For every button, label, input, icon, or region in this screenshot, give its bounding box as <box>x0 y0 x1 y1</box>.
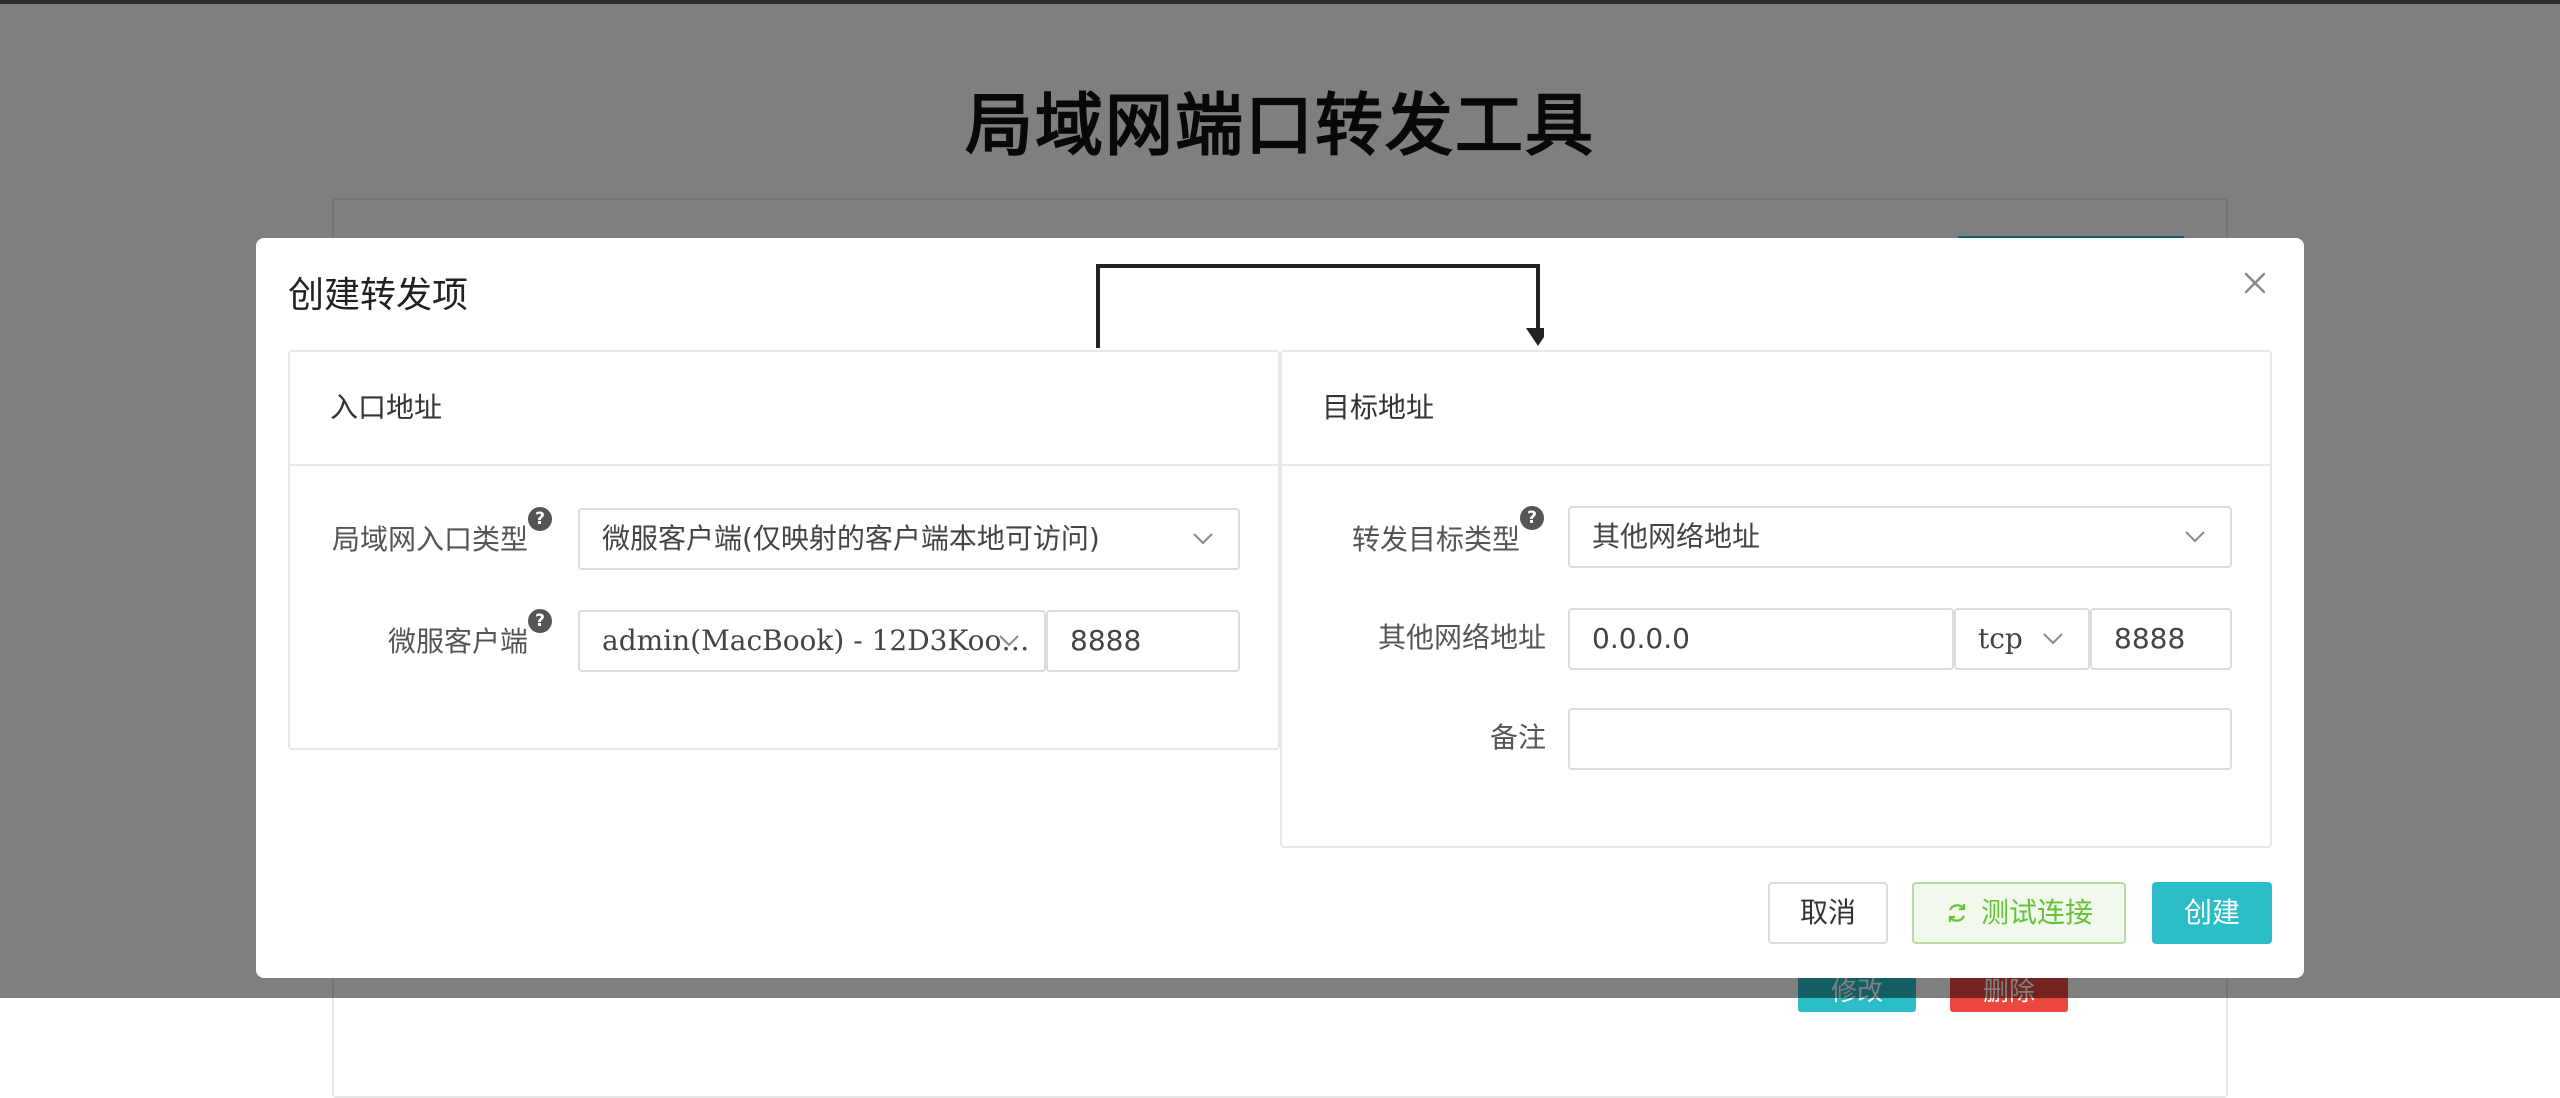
cancel-button[interactable]: 取消 <box>1768 882 1888 944</box>
entry-type-label: 局域网入口类型 <box>331 523 528 556</box>
client-select[interactable]: admin(MacBook) - 12D3Koo… <box>578 610 1046 672</box>
entry-address-header: 入口地址 <box>290 352 1278 466</box>
create-forward-dialog: 创建转发项 入口地址 目标地址 局域网入口类型 ? 微服客户端(仅映射的客户端本… <box>256 238 2304 978</box>
test-connection-label: 测试连接 <box>1980 896 2093 929</box>
entry-port-input[interactable]: 8888 <box>1046 610 1240 672</box>
client-value: admin(MacBook) - 12D3Koo… <box>602 624 1030 657</box>
target-type-label: 转发目标类型 <box>1351 523 1520 556</box>
dialog-title: 创建转发项 <box>288 275 469 316</box>
question-icon[interactable]: ? <box>1520 506 1544 530</box>
target-type-select[interactable]: 其他网络地址 <box>1568 506 2232 568</box>
target-type-value: 其他网络地址 <box>1592 520 1761 553</box>
page: 局域网端口转发工具 修改 删除 创建转发项 入口地址 目标地址 局域网入口类型 … <box>0 0 2560 1098</box>
test-connection-button[interactable]: 测试连接 <box>1912 882 2126 944</box>
other-address-label: 其他网络地址 <box>1377 621 1546 654</box>
other-address-input[interactable]: 0.0.0.0 <box>1568 608 1954 670</box>
chevron-down-icon <box>1193 533 1213 545</box>
refresh-icon <box>1948 904 1966 922</box>
chevron-down-icon <box>2043 633 2063 645</box>
flow-arrow-icon <box>1096 264 1544 348</box>
note-input[interactable] <box>1568 708 2232 770</box>
create-button[interactable]: 创建 <box>2152 882 2272 944</box>
target-address-card: 目标地址 <box>1280 350 2272 848</box>
close-icon[interactable] <box>2240 268 2270 298</box>
target-port-input[interactable]: 8888 <box>2090 608 2232 670</box>
client-label: 微服客户端 <box>387 625 528 658</box>
chevron-down-icon <box>999 635 1019 647</box>
entry-type-value: 微服客户端(仅映射的客户端本地可访问) <box>602 522 1100 555</box>
note-label: 备注 <box>1489 721 1546 754</box>
question-icon[interactable]: ? <box>528 609 552 633</box>
target-address-header: 目标地址 <box>1282 352 2270 466</box>
protocol-value: tcp <box>1978 622 2023 655</box>
question-icon[interactable]: ? <box>528 507 552 531</box>
chevron-down-icon <box>2185 531 2205 543</box>
entry-type-select[interactable]: 微服客户端(仅映射的客户端本地可访问) <box>578 508 1240 570</box>
protocol-select[interactable]: tcp <box>1954 608 2090 670</box>
